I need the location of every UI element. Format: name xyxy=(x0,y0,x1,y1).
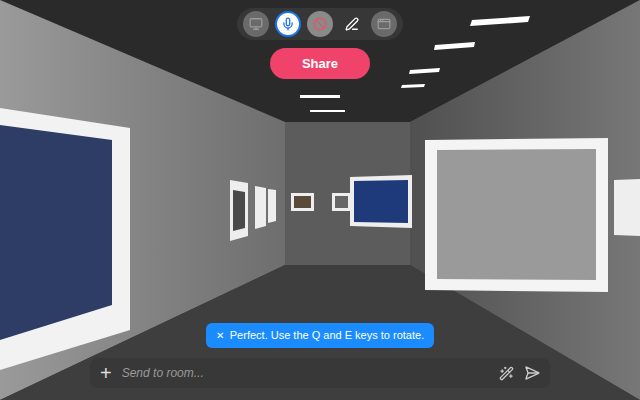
toolbar-button[interactable] xyxy=(243,11,269,37)
share-button[interactable]: Share xyxy=(270,48,370,79)
magic-wand-icon[interactable] xyxy=(499,366,514,381)
toolbar-button[interactable] xyxy=(371,11,397,37)
toolbar-button[interactable] xyxy=(307,11,333,37)
screen-icon xyxy=(249,17,263,31)
send-icon[interactable] xyxy=(524,365,540,381)
gallery-app: Share ✕ Perfect. Use the Q and E keys to r… xyxy=(0,0,640,400)
pen-icon xyxy=(345,17,359,31)
chat-input[interactable] xyxy=(122,364,489,382)
layout-icon xyxy=(377,17,391,31)
toolbar-button[interactable] xyxy=(339,11,365,37)
camera-off-icon xyxy=(313,17,327,31)
toast-close[interactable]: ✕ xyxy=(216,328,224,343)
toast-message: Perfect. Use the Q and E keys to rotate. xyxy=(230,327,424,344)
microphone-icon xyxy=(281,17,295,31)
toolbar-button[interactable] xyxy=(275,11,301,37)
add-button[interactable]: + xyxy=(100,363,112,383)
chat-bar: + xyxy=(90,358,550,388)
toast: ✕ Perfect. Use the Q and E keys to rotate… xyxy=(206,323,434,348)
toolbar xyxy=(237,8,403,40)
